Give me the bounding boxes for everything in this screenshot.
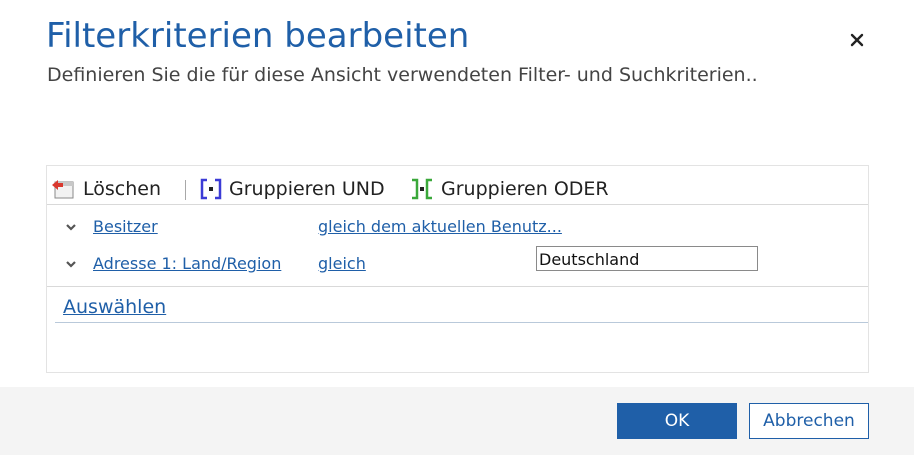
group-or-button[interactable]: Gruppieren ODER [409, 176, 609, 202]
dialog-subtitle: Definieren Sie die für diese Ansicht ver… [47, 64, 758, 86]
select-field-link[interactable]: Auswählen [63, 296, 166, 318]
close-icon [850, 33, 864, 47]
condition-row: Besitzer gleich dem aktuellen Benutz... [47, 211, 868, 243]
cancel-button[interactable]: Abbrechen [749, 403, 869, 439]
filter-panel: Löschen Gruppieren UND Gruppieren ODER B… [46, 165, 869, 373]
delete-label: Löschen [83, 178, 161, 200]
condition-row: Adresse 1: Land/Region gleich Deutschlan… [47, 246, 868, 278]
group-and-label: Gruppieren UND [229, 178, 385, 200]
delete-icon [52, 180, 74, 199]
group-or-icon [412, 178, 432, 200]
toolbar-separator [185, 180, 186, 200]
condition-field-link[interactable]: Besitzer [93, 217, 158, 236]
delete-button[interactable]: Löschen [51, 176, 161, 202]
chevron-down-icon[interactable] [65, 221, 77, 233]
filter-toolbar: Löschen Gruppieren UND Gruppieren ODER [47, 166, 868, 205]
divider [55, 322, 868, 323]
condition-operator-link[interactable]: gleich [318, 254, 366, 273]
close-button[interactable] [846, 28, 868, 52]
dialog-footer: OK Abbrechen [0, 387, 914, 455]
group-and-button[interactable]: Gruppieren UND [199, 176, 385, 202]
condition-field-link[interactable]: Adresse 1: Land/Region [93, 254, 281, 273]
condition-value-field[interactable]: Deutschland [536, 246, 758, 271]
chevron-down-icon[interactable] [65, 258, 77, 270]
divider [47, 286, 868, 287]
ok-button[interactable]: OK [617, 403, 737, 439]
group-or-label: Gruppieren ODER [441, 178, 609, 200]
condition-operator-link[interactable]: gleich dem aktuellen Benutz... [318, 217, 562, 236]
group-and-icon [200, 178, 222, 200]
dialog-title: Filterkriterien bearbeiten [46, 16, 470, 56]
